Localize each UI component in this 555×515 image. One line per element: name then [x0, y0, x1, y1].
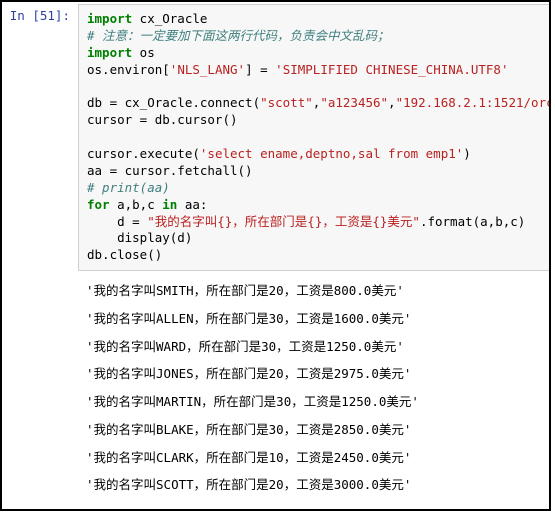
code-text: os — [132, 45, 155, 60]
code-string: 'SIMPLIFIED CHINESE_CHINA.UTF8' — [275, 62, 508, 77]
code-text: cx_Oracle — [132, 11, 207, 26]
output-line: '我的名字叫SCOTT，所在部门是20，工资是3000.0美元' — [86, 473, 541, 497]
code-input[interactable]: import cx_Oracle # 注意：一定要加下面这两行代码，负责会中文乱… — [78, 4, 551, 271]
code-comment: # print(aa) — [87, 180, 170, 195]
code-string: 'select ename,deptno,sal from emp1' — [200, 146, 463, 161]
code-string: "192.168.2.1:1521/orcl" — [396, 95, 551, 110]
output-line: '我的名字叫WARD，所在部门是30，工资是1250.0美元' — [86, 335, 541, 359]
output-line: '我的名字叫JONES，所在部门是20，工资是2975.0美元' — [86, 362, 541, 386]
kw-import: import — [87, 11, 132, 26]
code-text: ] = — [245, 62, 275, 77]
code-comment: # 注意：一定要加下面这两行代码，负责会中文乱码； — [87, 28, 390, 43]
code-text: db = cx_Oracle.connect( — [87, 95, 260, 110]
code-text: a,b,c — [110, 197, 163, 212]
output-line: '我的名字叫ALLEN，所在部门是30，工资是1600.0美元' — [86, 307, 541, 331]
code-text: ) — [463, 146, 471, 161]
code-text: .format(a,b,c) — [420, 214, 525, 229]
code-text: cursor = db.cursor() — [87, 112, 238, 127]
code-string: "a123456" — [320, 95, 388, 110]
code-string: "我的名字叫{}，所在部门是{}，工资是{}美元" — [147, 214, 420, 229]
output-line: '我的名字叫CLARK，所在部门是10，工资是2450.0美元' — [86, 446, 541, 470]
code-text: display(d) — [87, 230, 192, 245]
output-line: '我的名字叫MARTIN，所在部门是30，工资是1250.0美元' — [86, 390, 541, 414]
kw-import: import — [87, 45, 132, 60]
code-text: aa = cursor.fetchall() — [87, 163, 253, 178]
code-cell: In [51]: import cx_Oracle # 注意：一定要加下面这两行… — [2, 2, 549, 271]
code-text: db.close() — [87, 247, 162, 262]
code-text: cursor.execute( — [87, 146, 200, 161]
code-text: d = — [87, 214, 147, 229]
notebook-frame: In [51]: import cx_Oracle # 注意：一定要加下面这两行… — [0, 0, 551, 511]
kw-for: for — [87, 197, 110, 212]
code-string: 'NLS_LANG' — [170, 62, 245, 77]
code-text: , — [388, 95, 396, 110]
output-line: '我的名字叫BLAKE，所在部门是30，工资是2850.0美元' — [86, 418, 541, 442]
kw-in: in — [162, 197, 177, 212]
output-area: '我的名字叫SMITH，所在部门是20，工资是800.0美元' '我的名字叫AL… — [78, 271, 549, 497]
input-prompt: In [51]: — [2, 2, 78, 23]
code-text: aa: — [177, 197, 207, 212]
code-text: os.environ[ — [87, 62, 170, 77]
output-line: '我的名字叫SMITH，所在部门是20，工资是800.0美元' — [86, 279, 541, 303]
code-string: "scott" — [260, 95, 313, 110]
